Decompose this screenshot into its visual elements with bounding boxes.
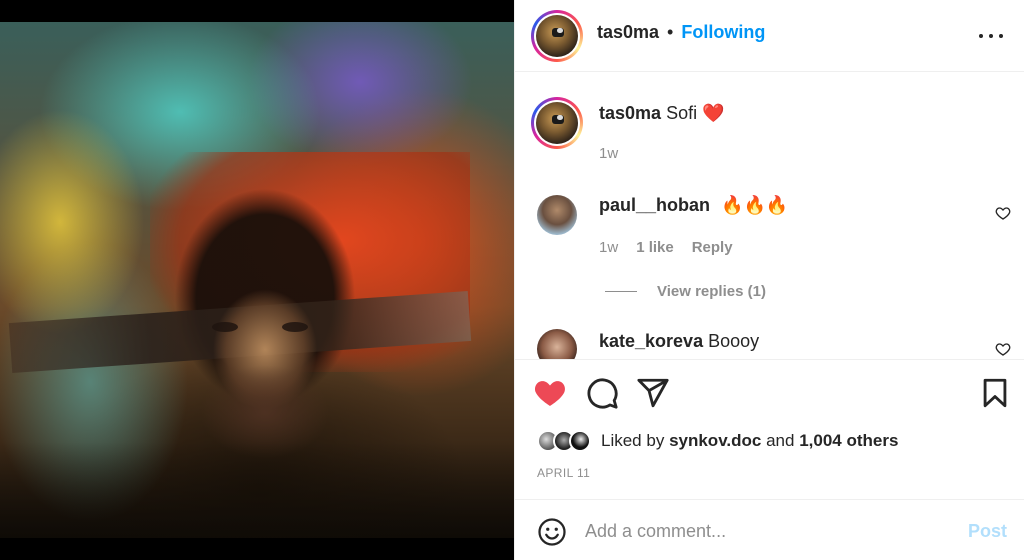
post-date[interactable]: APRIL 11 — [537, 466, 590, 480]
caption-text: Sofi — [666, 103, 698, 123]
comment-input[interactable] — [585, 517, 945, 545]
add-comment-bar: Post — [515, 501, 1024, 560]
caption-time: 1w — [599, 145, 619, 162]
post-actions: Liked by synkov.doc and 1,004 others APR… — [515, 359, 1024, 500]
bookmark-icon[interactable] — [978, 376, 1012, 410]
comment-avatar[interactable] — [537, 329, 577, 359]
comment-text: 🔥🔥🔥 — [721, 195, 789, 215]
photo-image — [0, 22, 514, 538]
comment-username[interactable]: kate_koreva — [599, 331, 703, 351]
heart-emoji: ❤️ — [702, 103, 725, 123]
post-details-panel: tas0ma • Following tas0ma Sofi ❤️ 1w pau… — [514, 0, 1024, 560]
author-avatar[interactable] — [531, 10, 583, 62]
post-photo[interactable] — [0, 0, 514, 560]
view-replies-button[interactable]: View replies (1) — [605, 283, 766, 300]
comment-like-heart-icon[interactable] — [995, 341, 1011, 357]
liker-avatar — [569, 430, 591, 452]
share-icon[interactable] — [636, 376, 670, 410]
separator-dot: • — [667, 22, 674, 42]
post-header: tas0ma • Following — [515, 0, 1024, 72]
heart-icon[interactable] — [533, 376, 567, 410]
liked-by-user[interactable]: synkov.doc — [669, 431, 761, 451]
comment-item: kate_koreva Boooy — [515, 325, 1024, 359]
comment-username[interactable]: paul__hoban — [599, 195, 710, 215]
comment-time: 1w — [599, 239, 619, 256]
liked-by-conjunction: and — [766, 431, 795, 450]
more-options-icon[interactable] — [979, 24, 1003, 48]
liked-by-others[interactable]: 1,004 others — [799, 431, 898, 451]
comment-like-heart-icon[interactable] — [995, 205, 1011, 221]
comments-list[interactable]: tas0ma Sofi ❤️ 1w paul__hoban 🔥🔥🔥 1w 1 l… — [515, 73, 1024, 359]
comment-likes[interactable]: 1 like — [636, 239, 674, 256]
liked-by: Liked by synkov.doc and 1,004 others — [537, 430, 898, 452]
comment-icon[interactable] — [585, 376, 619, 410]
caption-avatar[interactable] — [531, 97, 583, 149]
caption-username[interactable]: tas0ma — [599, 103, 661, 123]
post-button[interactable]: Post — [968, 521, 1007, 542]
view-replies-label[interactable]: View replies (1) — [657, 283, 766, 300]
following-button[interactable]: Following — [681, 22, 765, 43]
author-username[interactable]: tas0ma — [597, 22, 659, 43]
comment-text: Boooy — [708, 331, 760, 351]
caption: tas0ma Sofi ❤️ 1w — [515, 73, 1024, 173]
replies-divider — [605, 291, 637, 292]
comment-avatar[interactable] — [537, 195, 577, 235]
reply-button[interactable]: Reply — [692, 239, 733, 256]
emoji-icon[interactable] — [537, 517, 567, 547]
liked-by-prefix: Liked by — [601, 431, 665, 450]
comment-item: paul__hoban 🔥🔥🔥 1w 1 like Reply View rep… — [515, 185, 1024, 305]
